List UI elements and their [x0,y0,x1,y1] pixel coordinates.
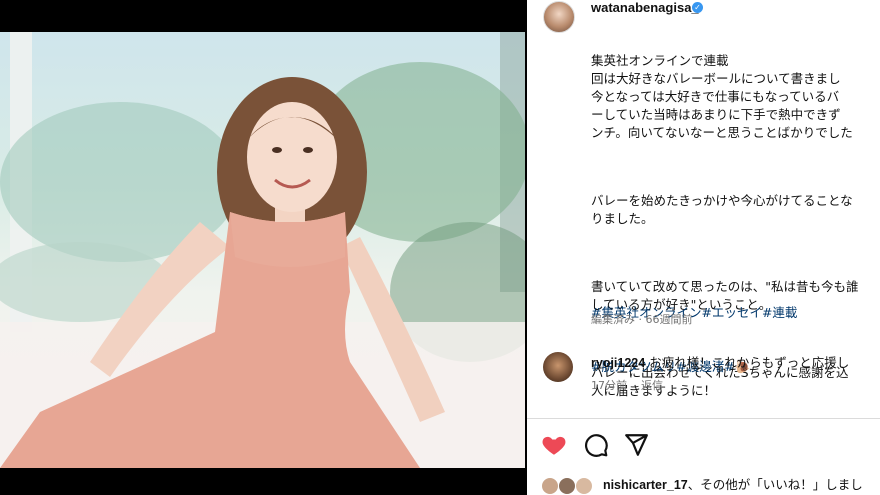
liker-avatar [557,476,576,495]
likes-summary[interactable]: nishicarter_17、その他が「いいね！」しまし [541,474,863,495]
likes-text: 、その他が「いいね！」しまし [687,477,863,492]
comment-text: お疲れ様！これからもずっと応援し [649,355,850,370]
commenter-avatar[interactable] [543,352,573,382]
liker-avatar [541,476,559,495]
comment: ryoji1224 お疲れ様！これからもずっと応援し [591,352,849,371]
share-icon[interactable] [623,432,649,458]
caption-paragraph-2: バレーを始めたきっかけや今心がけてることな りました。 [591,193,853,226]
post-panel: watanabenagisa_ ✓ 集英社オンラインで連載 回は大好きなバレーボ… [527,0,880,495]
author-username[interactable]: watanabenagisa_ [591,0,699,15]
caption-paragraph-1: 集英社オンラインで連載 回は大好きなバレーボールについて書きまし 今となっては大… [591,53,853,140]
heart-icon[interactable] [541,432,567,458]
liker-avatar [574,476,593,495]
comment-time: 17分前 [591,379,627,392]
comment-username[interactable]: ryoji1224 [591,356,645,370]
post-meta: 編集済み · 66週間前 [591,313,693,326]
media-frame [0,0,527,495]
reply-button[interactable]: 返信 [641,379,663,392]
likes-username[interactable]: nishicarter_17 [603,478,688,492]
verified-icon: ✓ [692,2,703,13]
comment-icon[interactable] [583,432,609,458]
post-photo[interactable] [0,32,525,468]
comment-meta: 17分前 返信 [591,377,663,393]
author-avatar[interactable] [543,1,575,33]
photo-illustration [0,32,525,468]
divider [527,418,880,419]
